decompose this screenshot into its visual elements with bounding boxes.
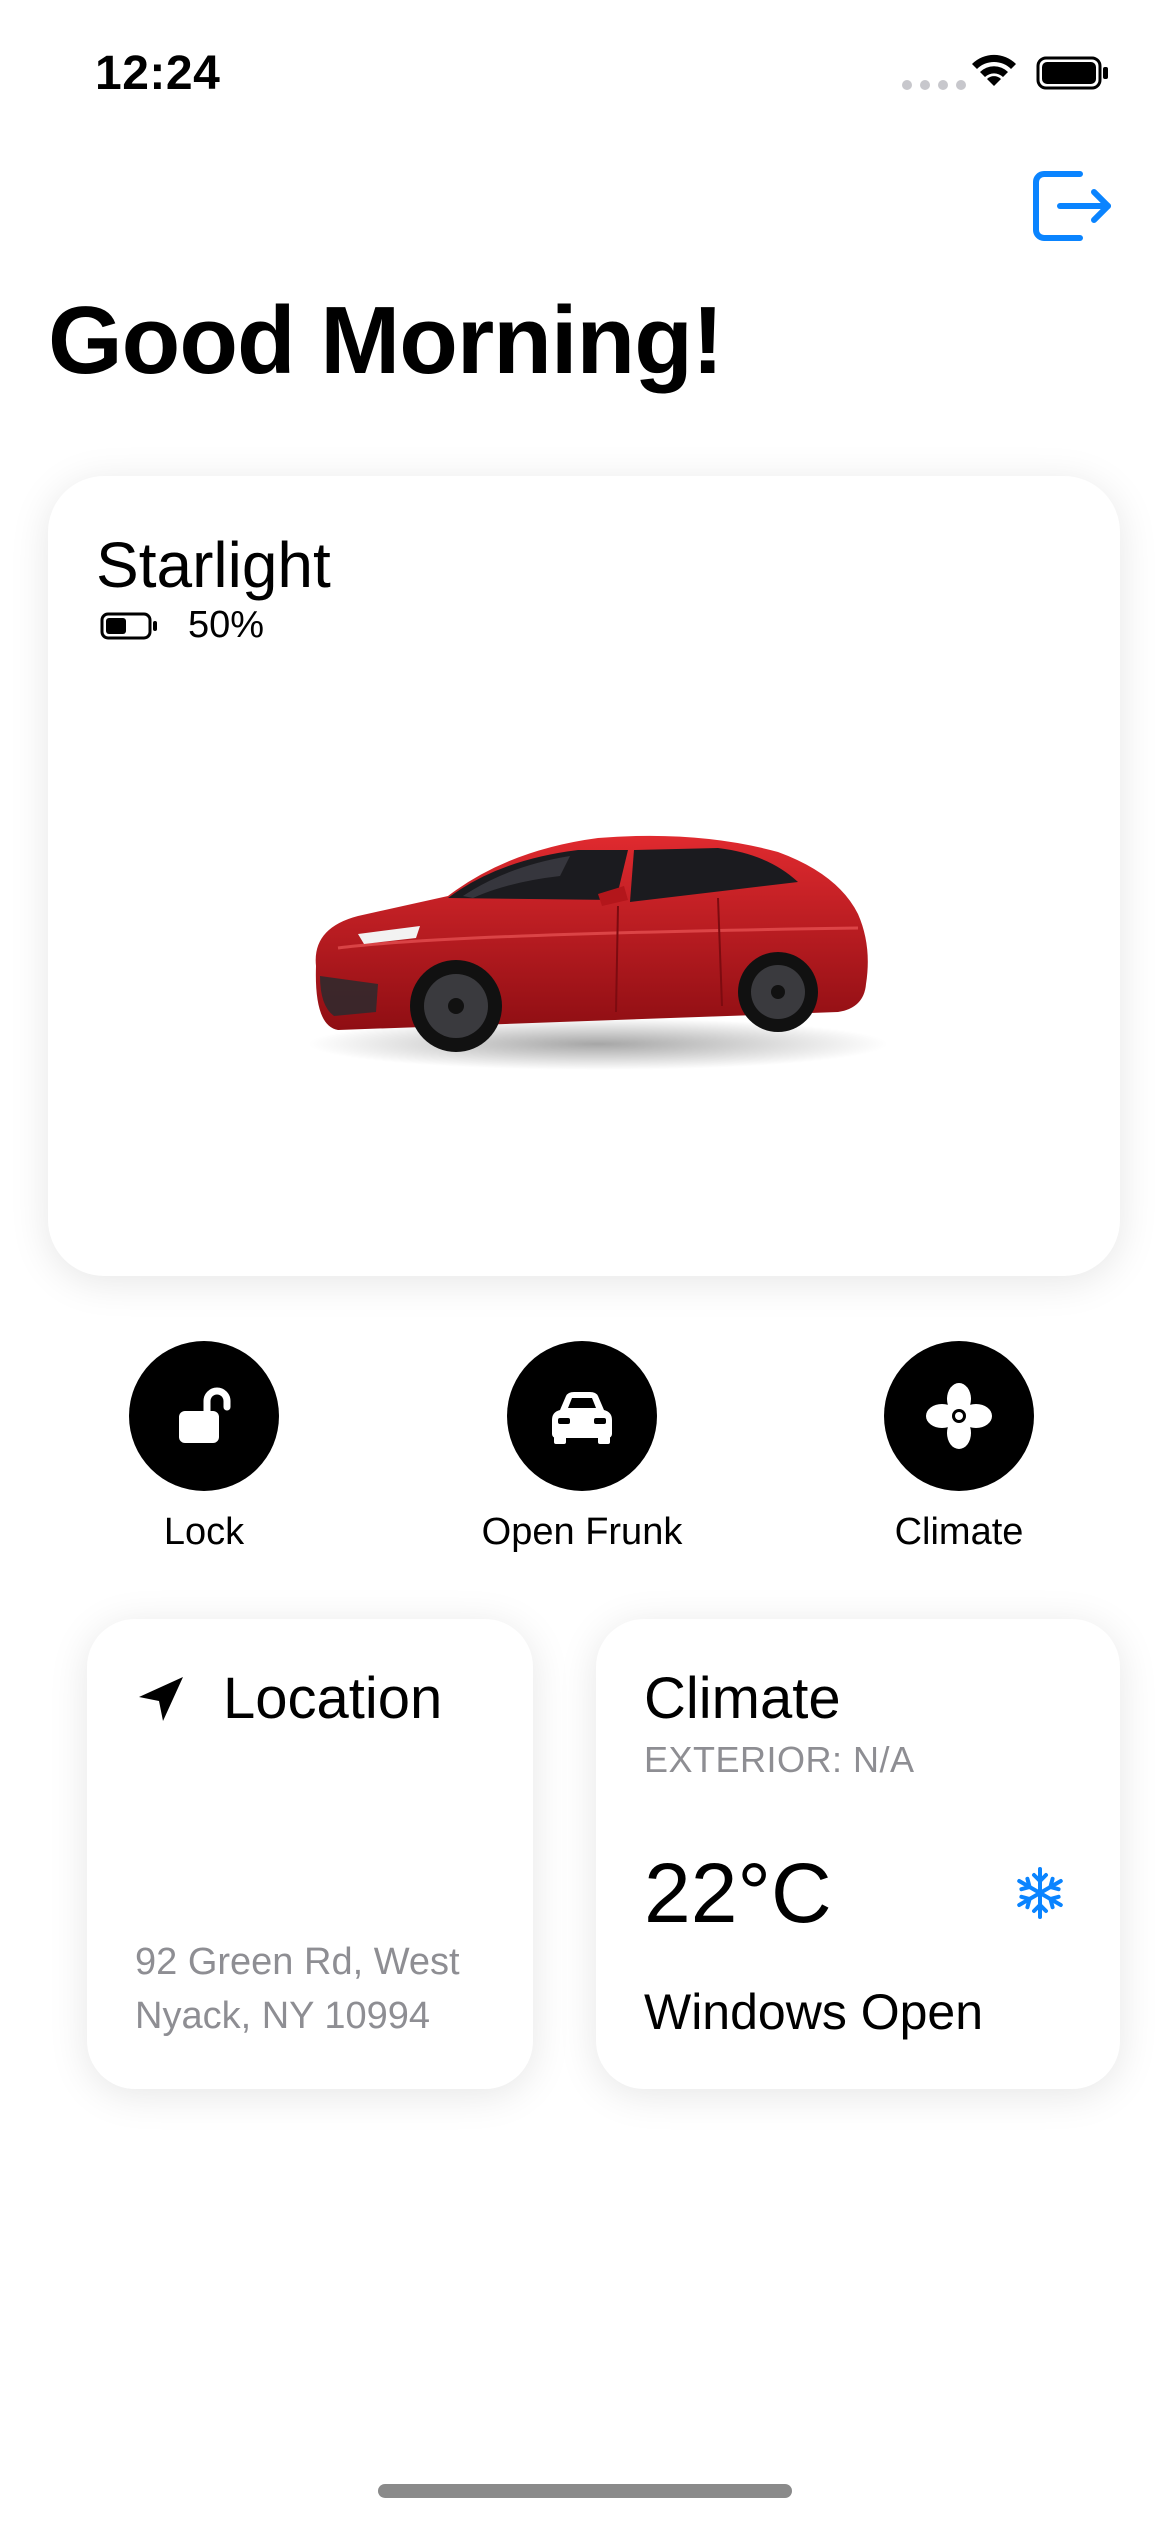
- exterior-temperature: EXTERIOR: N/A: [644, 1739, 915, 1780]
- snowflake-icon[interactable]: [1014, 1865, 1066, 1921]
- action-circle-climate[interactable]: [884, 1341, 1034, 1491]
- wifi-icon: [972, 54, 1016, 86]
- status-time: 12:24: [95, 47, 221, 100]
- sign-out-icon[interactable]: [1030, 168, 1114, 244]
- location-arrow-icon: [139, 1676, 183, 1721]
- cabin-temperature: 22°C: [644, 1846, 832, 1940]
- open-frunk-button[interactable]: Open Frunk: [472, 1341, 692, 1554]
- address-line: 92 Green Rd, West: [135, 1941, 460, 1983]
- home-indicator[interactable]: [378, 2484, 792, 2498]
- action-circle-lock[interactable]: [129, 1341, 279, 1491]
- charge-percent: 50%: [188, 604, 265, 646]
- address-line: Nyack, NY 10994: [135, 1995, 431, 2037]
- location-header: Location: [135, 1665, 442, 1732]
- action-label: Climate: [894, 1511, 1024, 1553]
- car-front-icon: [552, 1392, 612, 1444]
- unlock-icon: [179, 1387, 231, 1443]
- windows-status: Windows Open: [644, 1984, 984, 2040]
- action-label: Open Frunk: [481, 1511, 683, 1553]
- action-circle-frunk[interactable]: [507, 1341, 657, 1491]
- location-title: Location: [223, 1666, 443, 1731]
- vehicle-name: Starlight: [96, 529, 331, 601]
- lock-button[interactable]: Lock: [94, 1341, 314, 1554]
- car-image: [308, 835, 888, 1070]
- climate-card[interactable]: Climate EXTERIOR: N/A 22°C Windows Open: [596, 1619, 1120, 2089]
- battery-status-icon: [1036, 56, 1108, 90]
- greeting-title: Good Morning!: [48, 287, 724, 394]
- climate-button[interactable]: Climate: [849, 1341, 1069, 1554]
- fan-icon: [926, 1383, 992, 1449]
- cellular-signal-icon: [902, 80, 966, 90]
- location-card[interactable]: Location 92 Green Rd, West Nyack, NY 109…: [87, 1619, 533, 2089]
- charge-status: 50%: [100, 604, 264, 647]
- battery-icon: [100, 612, 157, 639]
- climate-title: Climate: [644, 1666, 841, 1731]
- vehicle-card[interactable]: Starlight 50%: [48, 476, 1120, 1276]
- location-address: 92 Green Rd, West Nyack, NY 10994: [135, 1935, 515, 2043]
- action-label: Lock: [163, 1511, 245, 1553]
